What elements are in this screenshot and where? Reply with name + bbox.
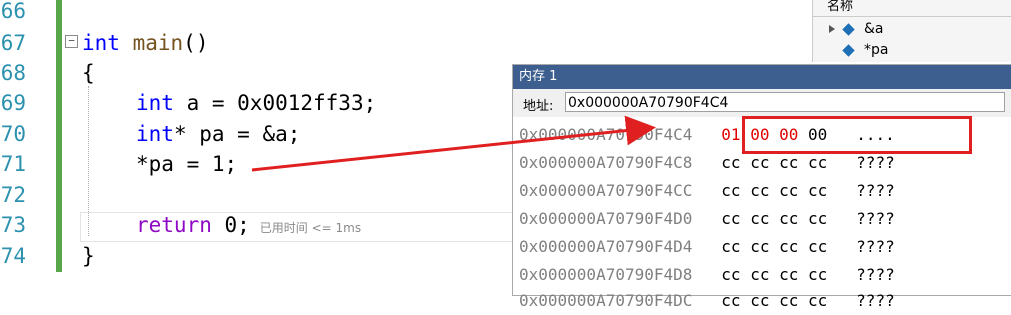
annotation-arrow-line: [251, 115, 656, 172]
annotation-arrow: [251, 115, 656, 172]
